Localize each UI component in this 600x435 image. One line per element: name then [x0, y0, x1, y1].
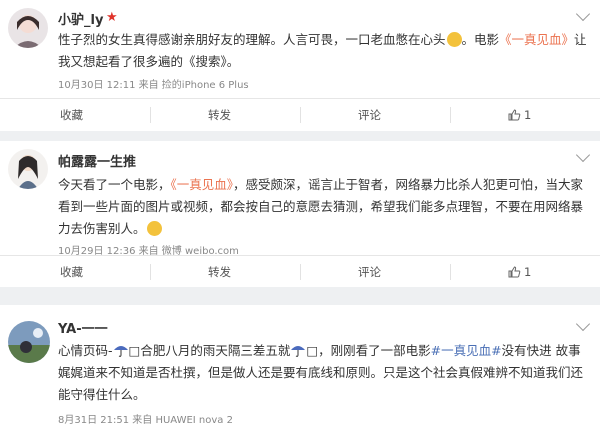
repost-button[interactable]: 转发	[208, 99, 231, 131]
post-meta: 8月31日 21:51 来自 HUAWEI nova 2	[58, 415, 233, 426]
umbrella-icon	[291, 346, 306, 357]
chevron-down-icon[interactable]	[575, 316, 591, 332]
like-count: 1	[524, 265, 532, 279]
comment-button[interactable]: 评论	[358, 256, 381, 288]
like-button[interactable]: 1	[508, 99, 531, 131]
post-meta: 10月30日 12:11 来自 捡的iPhone 6 Plus	[58, 80, 249, 91]
action-bar: 收藏 转发 评论 1	[0, 98, 600, 131]
comment-button[interactable]: 评论	[358, 99, 381, 131]
movie-link[interactable]: 《一真见血》	[171, 177, 234, 192]
umbrella-icon	[113, 346, 128, 357]
weibo-post-3: YA-一一 心情页码- □合肥八月的雨天隔三差五就 □，刚刚看了一部电影#一真见血#…	[0, 305, 600, 435]
like-count: 1	[524, 108, 532, 122]
weibo-post-1: 小驴_ly ★ 性子烈的女生真得感谢亲朋好友的理解。人言可畏，一口老血憋在心头。…	[0, 0, 600, 131]
chevron-down-icon[interactable]	[575, 147, 591, 163]
avatar[interactable]	[8, 149, 48, 189]
favorite-button[interactable]: 收藏	[60, 256, 83, 288]
username[interactable]: 帕露露一生推	[58, 151, 136, 170]
weibo-post-2: 帕露露一生推 今天看了一个电影，《一真见血》，感受颇深，谣言止于智者，网络暴力比…	[0, 141, 600, 287]
thumbs-up-icon	[508, 266, 521, 278]
red-star-icon: ★	[106, 10, 118, 25]
username[interactable]: 小驴_ly	[58, 9, 103, 28]
post-text: 今天看了一个电影，《一真见血》，感受颇深，谣言止于智者，网络暴力比杀人犯更可怕，…	[58, 177, 584, 236]
emoji-icon	[446, 32, 462, 47]
favorite-button[interactable]: 收藏	[60, 99, 83, 131]
post-text: 心情页码- □合肥八月的雨天隔三差五就 □，刚刚看了一部电影#一真见血#没有快进 故…	[58, 343, 584, 402]
thumbs-up-icon	[508, 109, 521, 121]
movie-link[interactable]: 《一真见血》	[499, 32, 574, 47]
avatar[interactable]	[8, 8, 48, 48]
like-button[interactable]: 1	[508, 256, 531, 288]
username[interactable]: YA-一一	[58, 318, 108, 337]
action-bar: 收藏 转发 评论 1	[0, 255, 600, 288]
hashtag-link[interactable]: #一真见血#	[431, 343, 502, 358]
avatar[interactable]	[8, 321, 50, 363]
chevron-down-icon[interactable]	[575, 6, 591, 22]
repost-button[interactable]: 转发	[208, 256, 231, 288]
emoji-icon	[146, 221, 162, 236]
post-text: 性子烈的女生真得感谢亲朋好友的理解。人言可畏，一口老血憋在心头 。电影《一真见血》…	[58, 32, 587, 69]
